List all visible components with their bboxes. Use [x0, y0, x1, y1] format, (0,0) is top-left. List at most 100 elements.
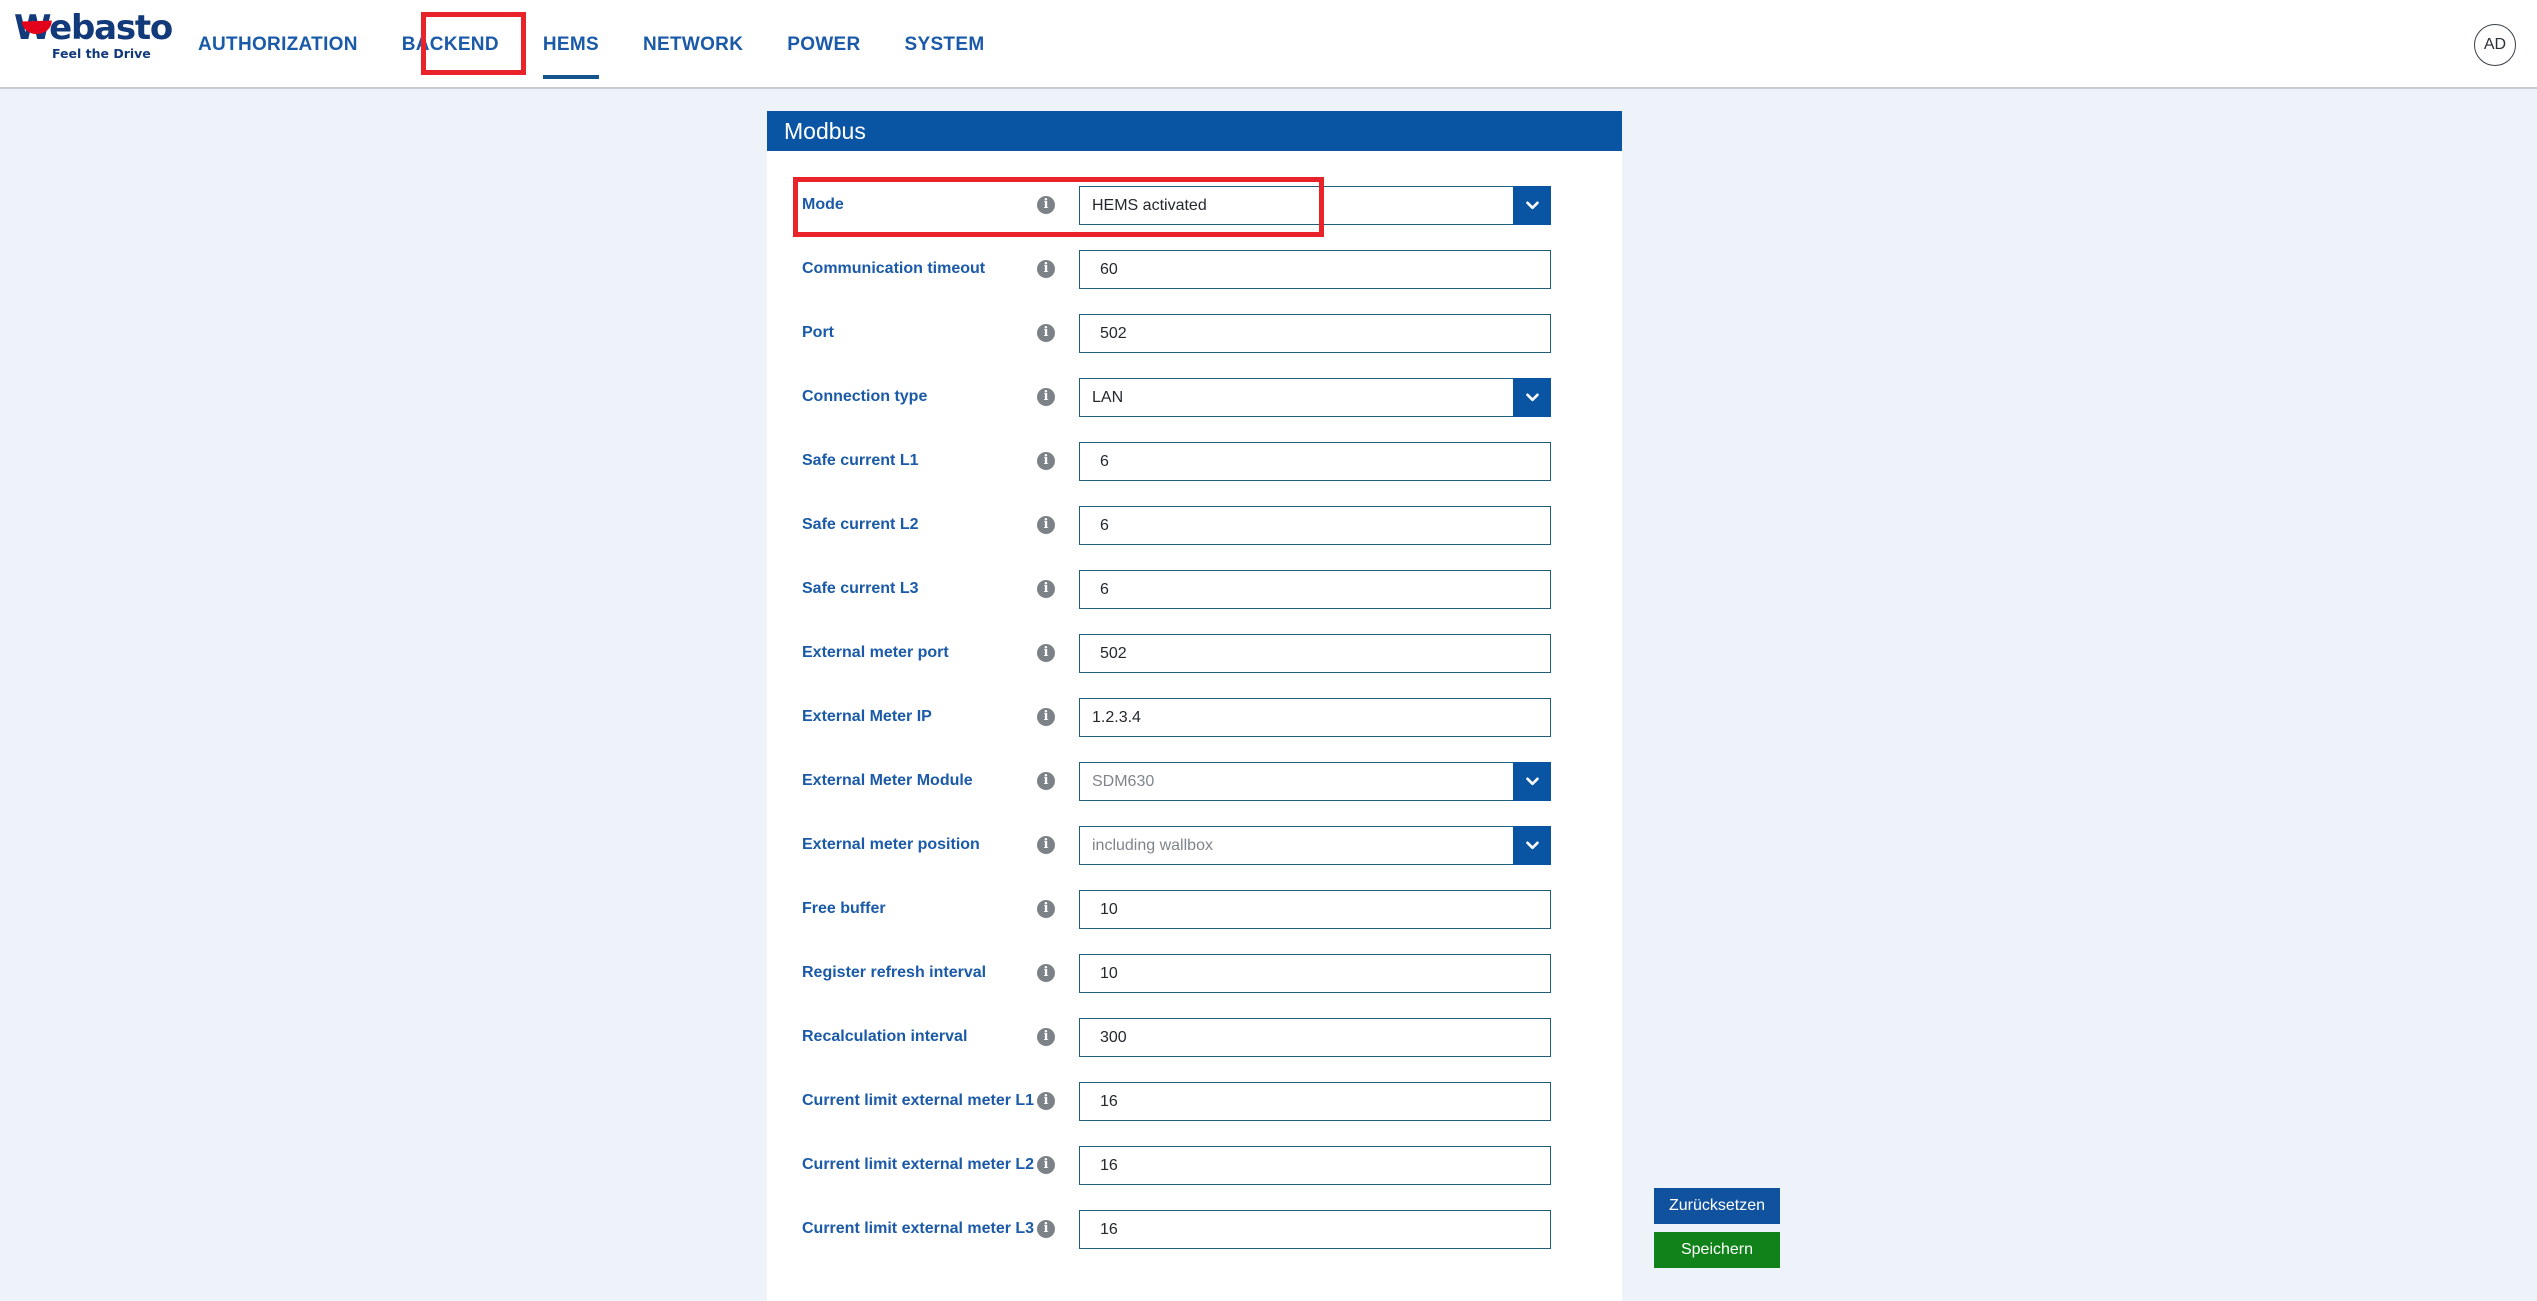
label-external-meter-module: External Meter Module	[767, 772, 1037, 790]
info-icon[interactable]: i	[1037, 580, 1055, 598]
label-safe-current-l2: Safe current L2	[767, 516, 1037, 534]
field-wrap-recalculation-interval: 300	[1079, 1018, 1551, 1057]
form-actions: Zurücksetzen Speichern	[1654, 1188, 1780, 1268]
info-icon[interactable]: i	[1037, 772, 1055, 790]
form-row-safe-current-l3: Safe current L3i 6	[767, 557, 1622, 621]
field-wrap-connection-type: LAN	[1079, 378, 1551, 417]
form-row-recalculation-interval: Recalculation intervali 300	[767, 1005, 1622, 1069]
nav-item-hems[interactable]: HEMS	[521, 0, 621, 89]
info-icon[interactable]: i	[1037, 1092, 1055, 1110]
form-row-communication-timeout: Communication timeouti 60	[767, 237, 1622, 301]
input-current-limit-external-meter-l1[interactable]: 16	[1079, 1082, 1551, 1121]
form-row-safe-current-l1: Safe current L1i 6	[767, 429, 1622, 493]
form-row-port: Porti 502	[767, 301, 1622, 365]
input-external-meter-ip[interactable]: 1.2.3.4	[1079, 698, 1551, 737]
label-communication-timeout: Communication timeout	[767, 260, 1037, 278]
label-mode: Mode	[767, 196, 1037, 214]
info-icon[interactable]: i	[1037, 452, 1055, 470]
nav-item-authorization[interactable]: AUTHORIZATION	[176, 0, 380, 89]
form-row-current-limit-external-meter-l3: Current limit external meter L3i 16	[767, 1197, 1622, 1261]
input-safe-current-l3[interactable]: 6	[1079, 570, 1551, 609]
field-wrap-port: 502	[1079, 314, 1551, 353]
label-external-meter-ip: External Meter IP	[767, 708, 1037, 726]
input-port[interactable]: 502	[1079, 314, 1551, 353]
logo-tagline: Feel the Drive	[52, 46, 151, 61]
input-communication-timeout[interactable]: 60	[1079, 250, 1551, 289]
nav-item-power[interactable]: POWER	[765, 0, 882, 89]
chevron-down-icon[interactable]	[1513, 186, 1551, 225]
input-safe-current-l2[interactable]: 6	[1079, 506, 1551, 545]
info-icon[interactable]: i	[1037, 900, 1055, 918]
form-row-external-meter-port: External meter porti 502	[767, 621, 1622, 685]
label-external-meter-port: External meter port	[767, 644, 1037, 662]
nav-item-backend[interactable]: BACKEND	[380, 0, 521, 89]
form-row-connection-type: Connection typeiLAN	[767, 365, 1622, 429]
label-current-limit-external-meter-l1: Current limit external meter L1	[767, 1092, 1037, 1110]
info-icon[interactable]: i	[1037, 1028, 1055, 1046]
field-wrap-safe-current-l3: 6	[1079, 570, 1551, 609]
form-row-free-buffer: Free bufferi 10	[767, 877, 1622, 941]
label-safe-current-l1: Safe current L1	[767, 452, 1037, 470]
info-icon[interactable]: i	[1037, 196, 1055, 214]
input-external-meter-port[interactable]: 502	[1079, 634, 1551, 673]
input-register-refresh-interval[interactable]: 10	[1079, 954, 1551, 993]
form-row-current-limit-external-meter-l2: Current limit external meter L2i 16	[767, 1133, 1622, 1197]
label-current-limit-external-meter-l2: Current limit external meter L2	[767, 1156, 1037, 1174]
field-wrap-external-meter-port: 502	[1079, 634, 1551, 673]
form-row-current-limit-external-meter-l1: Current limit external meter L1i 16	[767, 1069, 1622, 1133]
info-icon[interactable]: i	[1037, 324, 1055, 342]
save-button[interactable]: Speichern	[1654, 1232, 1780, 1268]
field-wrap-free-buffer: 10	[1079, 890, 1551, 929]
info-icon[interactable]: i	[1037, 1156, 1055, 1174]
field-wrap-current-limit-external-meter-l2: 16	[1079, 1146, 1551, 1185]
label-external-meter-position: External meter position	[767, 836, 1037, 854]
label-safe-current-l3: Safe current L3	[767, 580, 1037, 598]
avatar[interactable]: AD	[2474, 24, 2516, 66]
top-navigation-bar: Webasto Feel the Drive AUTHORIZATION BAC…	[0, 0, 2537, 89]
info-icon[interactable]: i	[1037, 708, 1055, 726]
select-mode[interactable]: HEMS activated	[1079, 186, 1551, 225]
field-wrap-current-limit-external-meter-l1: 16	[1079, 1082, 1551, 1121]
field-wrap-communication-timeout: 60	[1079, 250, 1551, 289]
label-recalculation-interval: Recalculation interval	[767, 1028, 1037, 1046]
input-current-limit-external-meter-l2[interactable]: 16	[1079, 1146, 1551, 1185]
field-wrap-mode: HEMS activated	[1079, 186, 1551, 225]
info-icon[interactable]: i	[1037, 644, 1055, 662]
chevron-down-icon[interactable]	[1513, 826, 1551, 865]
chevron-down-icon[interactable]	[1513, 762, 1551, 801]
input-recalculation-interval[interactable]: 300	[1079, 1018, 1551, 1057]
form-row-external-meter-ip: External Meter IPi 1.2.3.4	[767, 685, 1622, 749]
nav-item-system[interactable]: SYSTEM	[883, 0, 1007, 89]
chevron-down-icon[interactable]	[1513, 378, 1551, 417]
info-icon[interactable]: i	[1037, 516, 1055, 534]
field-wrap-current-limit-external-meter-l3: 16	[1079, 1210, 1551, 1249]
select-connection-type[interactable]: LAN	[1079, 378, 1551, 417]
main-nav: AUTHORIZATION BACKEND HEMS NETWORK POWER…	[176, 0, 1006, 89]
label-port: Port	[767, 324, 1037, 342]
label-current-limit-external-meter-l3: Current limit external meter L3	[767, 1220, 1037, 1238]
input-current-limit-external-meter-l3[interactable]: 16	[1079, 1210, 1551, 1249]
modbus-panel: Modbus ModeiHEMS activatedCommunication …	[767, 111, 1622, 1301]
panel-title: Modbus	[767, 111, 1622, 151]
form-row-safe-current-l2: Safe current L2i 6	[767, 493, 1622, 557]
field-wrap-safe-current-l2: 6	[1079, 506, 1551, 545]
nav-item-network[interactable]: NETWORK	[621, 0, 765, 89]
input-safe-current-l1[interactable]: 6	[1079, 442, 1551, 481]
info-icon[interactable]: i	[1037, 1220, 1055, 1238]
input-free-buffer[interactable]: 10	[1079, 890, 1551, 929]
select-external-meter-position[interactable]: including wallbox	[1079, 826, 1551, 865]
webasto-logo[interactable]: Webasto Feel the Drive	[14, 8, 169, 70]
form-row-register-refresh-interval: Register refresh intervali10	[767, 941, 1622, 1005]
info-icon[interactable]: i	[1037, 964, 1055, 982]
field-wrap-external-meter-module: SDM630	[1079, 762, 1551, 801]
field-wrap-register-refresh-interval: 10	[1079, 954, 1551, 993]
reset-button[interactable]: Zurücksetzen	[1654, 1188, 1780, 1224]
label-free-buffer: Free buffer	[767, 900, 1037, 918]
field-wrap-external-meter-ip: 1.2.3.4	[1079, 698, 1551, 737]
modbus-form: ModeiHEMS activatedCommunication timeout…	[767, 151, 1622, 1301]
form-row-external-meter-module: External Meter Modulei SDM630	[767, 749, 1622, 813]
select-external-meter-module[interactable]: SDM630	[1079, 762, 1551, 801]
info-icon[interactable]: i	[1037, 836, 1055, 854]
info-icon[interactable]: i	[1037, 388, 1055, 406]
info-icon[interactable]: i	[1037, 260, 1055, 278]
